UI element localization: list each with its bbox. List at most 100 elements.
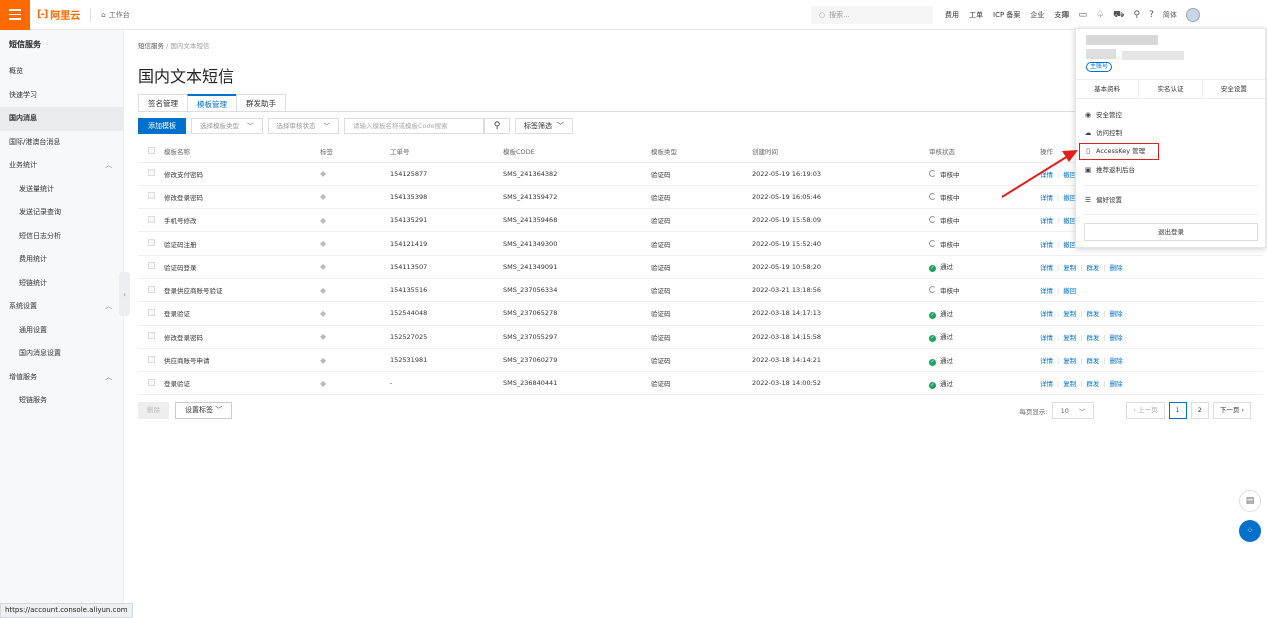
row-checkbox[interactable]	[148, 308, 155, 316]
sidebar-item-shortlink-stats[interactable]: 短链统计	[0, 272, 123, 296]
row-checkbox[interactable]	[148, 285, 155, 293]
row-action[interactable]: 详情	[1040, 194, 1053, 202]
set-tag-button[interactable]: 设置标签 ﹀	[175, 402, 233, 419]
search-button[interactable]: ⚲	[484, 118, 510, 134]
tag-icon[interactable]: ◆	[320, 286, 326, 295]
row-checkbox[interactable]	[148, 239, 155, 247]
bell-icon[interactable]: ♤	[1096, 10, 1104, 20]
row-action[interactable]: 详情	[1040, 171, 1053, 179]
row-action[interactable]: 删除	[1110, 380, 1123, 388]
row-action[interactable]: 复制	[1063, 264, 1076, 272]
tab-template[interactable]: 模板管理	[187, 94, 236, 112]
row-action[interactable]: 删除	[1110, 264, 1123, 272]
cart-icon[interactable]: ⛟	[1113, 10, 1124, 21]
aliyun-logo[interactable]: [-] 阿里云	[37, 7, 80, 22]
sidebar-item-domestic[interactable]: 国内消息	[0, 107, 123, 131]
row-action[interactable]: 详情	[1040, 287, 1053, 295]
menu-preferences[interactable]: ☰ 偏好设置	[1084, 194, 1122, 206]
next-page-button[interactable]: 下一页 ›	[1212, 402, 1251, 419]
breadcrumb-root[interactable]: 短信服务	[138, 42, 164, 50]
sidebar-item-general-settings[interactable]: 通用设置	[0, 319, 123, 343]
sidebar-item-domestic-settings[interactable]: 国内消息设置	[0, 342, 123, 366]
sidebar-group-settings[interactable]: 系统设置 ︿	[0, 295, 123, 319]
row-action[interactable]: 详情	[1040, 380, 1053, 388]
row-action[interactable]: 详情	[1040, 357, 1053, 365]
template-type-select[interactable]: 选择模板类型 ﹀	[191, 118, 263, 134]
sidebar-item-quickstart[interactable]: 快速学习	[0, 84, 123, 108]
sidebar-group-stats[interactable]: 业务统计 ︿	[0, 154, 123, 178]
account-tab-profile[interactable]: 基本资料	[1076, 80, 1140, 98]
sidebar-item-fee-stats[interactable]: 费用统计	[0, 248, 123, 272]
row-action[interactable]: 复制	[1063, 334, 1076, 342]
menu-icon[interactable]	[0, 0, 30, 30]
row-action[interactable]: 删除	[1110, 310, 1123, 318]
tab-signature[interactable]: 签名管理	[138, 94, 187, 112]
row-checkbox[interactable]	[148, 262, 155, 270]
menu-access-control[interactable]: ☁ 访问控制	[1084, 127, 1123, 139]
bulk-delete-button[interactable]: 删除	[138, 402, 169, 419]
review-status-select[interactable]: 选择审核状态 ﹀	[267, 118, 339, 134]
tag-icon[interactable]: ◆	[320, 356, 326, 365]
tag-icon[interactable]: ◆	[320, 262, 326, 271]
sidebar-item-send-stats[interactable]: 发送量统计	[0, 178, 123, 202]
top-nav-icp[interactable]: ICP 备案	[993, 10, 1020, 20]
top-nav-enterprise[interactable]: 企业	[1030, 10, 1044, 20]
location-icon[interactable]: ⚲	[1133, 10, 1140, 20]
row-action[interactable]: 群发	[1086, 264, 1099, 272]
add-template-button[interactable]: 添加模板	[138, 118, 186, 134]
select-all-checkbox[interactable]	[148, 146, 155, 154]
row-action[interactable]: 群发	[1086, 334, 1099, 342]
sidebar-item-international[interactable]: 国际/港澳台消息	[0, 131, 123, 155]
account-tab-security[interactable]: 安全设置	[1203, 80, 1265, 98]
row-checkbox[interactable]	[148, 192, 155, 200]
apps-icon[interactable]: ⁘	[1239, 520, 1261, 542]
sidebar-item-log-analysis[interactable]: 短信日志分析	[0, 225, 123, 249]
avatar[interactable]	[1185, 8, 1200, 22]
sidebar-item-overview[interactable]: 概览	[0, 60, 123, 84]
sidebar-group-value-added[interactable]: 增值服务 ︿	[0, 366, 123, 390]
tag-icon[interactable]: ◆	[320, 332, 326, 341]
row-action[interactable]: 删除	[1110, 357, 1123, 365]
message-icon[interactable]: ▭	[1079, 10, 1088, 20]
prev-page-button[interactable]: ‹ 上一页	[1126, 402, 1165, 419]
tag-filter-select[interactable]: 标签筛选 ﹀	[515, 118, 573, 134]
language-switch[interactable]: 简体	[1163, 10, 1177, 20]
row-action[interactable]: 复制	[1063, 357, 1076, 365]
page-1-button[interactable]: 1	[1168, 402, 1187, 419]
template-search-input[interactable]: 请输入模板名称或模板Code搜索	[344, 118, 484, 134]
tab-bulk-send[interactable]: 群发助手	[236, 94, 286, 112]
row-action[interactable]: 群发	[1086, 357, 1099, 365]
row-action[interactable]: 删除	[1110, 334, 1123, 342]
row-checkbox[interactable]	[148, 215, 155, 223]
row-checkbox[interactable]	[148, 378, 155, 386]
tag-icon[interactable]: ◆	[320, 169, 326, 178]
workbench-link[interactable]: ⌂ 工作台	[101, 10, 129, 20]
sidebar-item-send-records[interactable]: 发送记录查询	[0, 201, 123, 225]
row-action[interactable]: 群发	[1086, 380, 1099, 388]
tag-icon[interactable]: ◆	[320, 309, 326, 318]
row-action[interactable]: 详情	[1040, 241, 1053, 249]
row-checkbox[interactable]	[148, 169, 155, 177]
help-icon[interactable]: ?	[1149, 10, 1154, 20]
row-action[interactable]: 详情	[1040, 310, 1053, 318]
top-nav-tickets[interactable]: 工单	[969, 10, 983, 20]
row-action[interactable]: 详情	[1040, 264, 1053, 272]
row-action[interactable]: 详情	[1040, 334, 1053, 342]
row-action[interactable]: 撤回	[1063, 287, 1076, 295]
tag-icon[interactable]: ◆	[320, 379, 326, 388]
per-page-select[interactable]: 10 ﹀	[1051, 402, 1095, 419]
tag-icon[interactable]: ◆	[320, 192, 326, 201]
sidebar-collapse-handle[interactable]: ‹	[119, 272, 130, 316]
menu-security-control[interactable]: ◉ 安全管控	[1084, 109, 1122, 121]
account-tab-verification[interactable]: 实名认证	[1139, 80, 1203, 98]
global-search-input[interactable]: ○ 搜索...	[811, 6, 933, 24]
row-action[interactable]: 复制	[1063, 380, 1076, 388]
menu-rebate[interactable]: ▣ 推荐返利后台	[1084, 164, 1135, 176]
row-checkbox[interactable]	[148, 332, 155, 340]
cloud-shell-icon[interactable]: ⊞	[1062, 10, 1070, 20]
feedback-icon[interactable]: ▤	[1239, 490, 1261, 512]
logout-button[interactable]: 退出登录	[1084, 223, 1258, 241]
row-checkbox[interactable]	[148, 355, 155, 363]
top-nav-fees[interactable]: 费用	[945, 10, 959, 20]
row-action[interactable]: 群发	[1086, 310, 1099, 318]
